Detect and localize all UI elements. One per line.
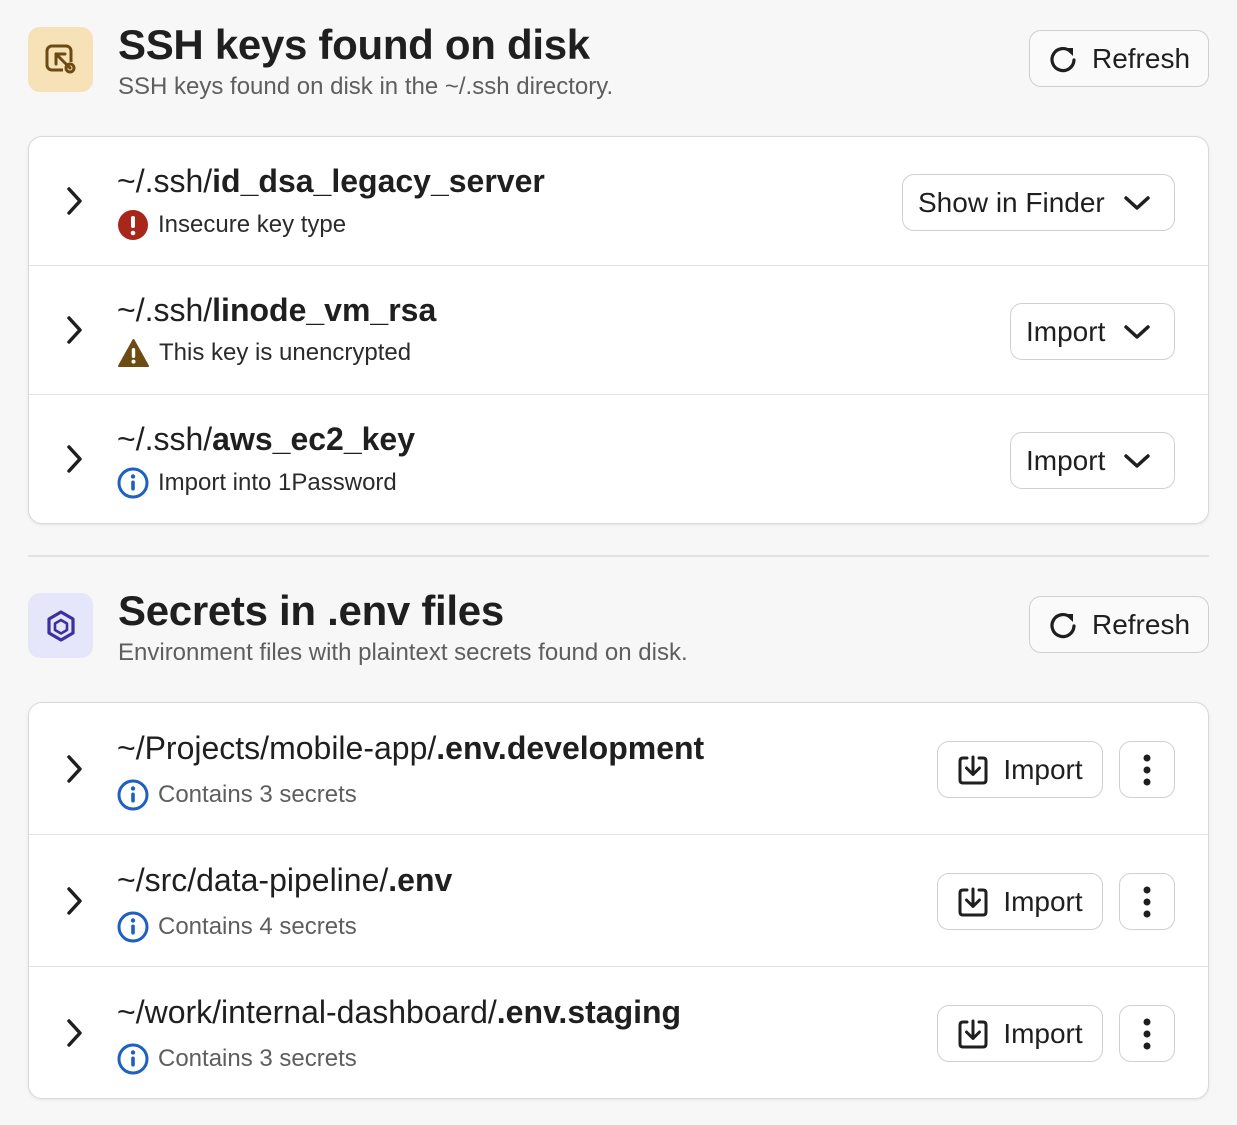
refresh-icon — [1050, 46, 1076, 72]
error-icon — [118, 210, 148, 240]
path-filename: .env — [388, 862, 453, 898]
more-vertical-icon — [1143, 886, 1151, 917]
list-item[interactable]: ~/.ssh/id_dsa_legacy_server Insecure key… — [29, 137, 1208, 266]
expand-chevron-icon[interactable] — [63, 312, 87, 348]
path-filename: linode_vm_rsa — [212, 292, 437, 328]
section-divider — [28, 555, 1209, 557]
info-icon — [117, 1043, 149, 1075]
status-line: Import into 1Password — [117, 467, 397, 499]
info-icon — [117, 779, 149, 811]
import-button[interactable]: Import — [937, 873, 1103, 930]
import-tray-icon — [958, 887, 988, 916]
status-text: Contains 3 secrets — [158, 781, 357, 808]
key-path: ~/.ssh/aws_ec2_key — [117, 419, 415, 459]
expand-chevron-icon[interactable] — [63, 751, 87, 787]
status-line: Contains 4 secrets — [117, 911, 357, 943]
status-text: Contains 4 secrets — [158, 913, 357, 940]
import-button[interactable]: Import — [937, 1005, 1103, 1062]
expand-chevron-icon[interactable] — [63, 1015, 87, 1051]
path-filename: id_dsa_legacy_server — [212, 163, 545, 199]
more-options-button[interactable] — [1119, 741, 1175, 798]
import-label: Import — [1003, 753, 1083, 785]
path-prefix: ~/.ssh/ — [117, 421, 213, 457]
path-filename: aws_ec2_key — [212, 421, 416, 457]
dropdown-label: Show in Finder — [918, 186, 1105, 218]
expand-chevron-icon[interactable] — [63, 883, 87, 919]
ssh-section-header: SSH keys found on disk SSH keys found on… — [28, 20, 1209, 100]
import-button[interactable]: Import — [937, 741, 1103, 798]
path-filename: .env.staging — [496, 994, 682, 1030]
section-subtitle: Environment files with plaintext secrets… — [118, 639, 688, 666]
secrets-discovery-page: SSH keys found on disk SSH keys found on… — [0, 0, 1237, 1125]
more-vertical-icon — [1143, 1018, 1151, 1049]
key-path: ~/.ssh/id_dsa_legacy_server — [117, 161, 545, 201]
status-line: Insecure key type — [117, 209, 346, 241]
warning-icon — [118, 339, 149, 367]
list-item[interactable]: ~/.ssh/aws_ec2_key Import into 1Password… — [29, 395, 1208, 522]
env-file-path: ~/Projects/mobile-app/.env.development — [117, 728, 704, 768]
refresh-button[interactable]: Refresh — [1029, 596, 1209, 653]
path-prefix: ~/Projects/mobile-app/ — [117, 730, 437, 766]
path-prefix: ~/.ssh/ — [117, 163, 213, 199]
env-section-header: Secrets in .env files Environment files … — [28, 586, 1209, 666]
cube-icon — [28, 593, 93, 658]
import-label: Import — [1003, 885, 1083, 917]
section-title: Secrets in .env files — [118, 587, 504, 634]
status-text: This key is unencrypted — [159, 339, 412, 366]
import-dropdown[interactable]: Import — [1010, 303, 1175, 360]
path-prefix: ~/src/data-pipeline/ — [117, 862, 389, 898]
more-options-button[interactable] — [1119, 873, 1175, 930]
list-item[interactable]: ~/Projects/mobile-app/.env.development C… — [29, 703, 1208, 835]
refresh-label: Refresh — [1091, 42, 1191, 74]
env-files-list: ~/Projects/mobile-app/.env.development C… — [28, 702, 1209, 1099]
env-file-path: ~/work/internal-dashboard/.env.staging — [117, 992, 681, 1032]
status-line: Contains 3 secrets — [117, 779, 357, 811]
import-tray-icon — [958, 1019, 988, 1048]
chevron-down-icon — [1124, 324, 1151, 339]
status-line: This key is unencrypted — [117, 338, 411, 368]
dropdown-label: Import — [1026, 315, 1106, 347]
chevron-down-icon — [1124, 195, 1150, 210]
refresh-label: Refresh — [1091, 608, 1191, 640]
section-subtitle: SSH keys found on disk in the ~/.ssh dir… — [118, 73, 614, 100]
import-tray-icon — [958, 755, 988, 784]
expand-chevron-icon[interactable] — [63, 183, 87, 219]
key-file-icon — [28, 27, 93, 92]
chevron-down-icon — [1124, 453, 1151, 468]
import-label: Import — [1003, 1017, 1083, 1049]
import-dropdown[interactable]: Import — [1010, 432, 1175, 489]
refresh-button[interactable]: Refresh — [1029, 30, 1209, 87]
path-prefix: ~/work/internal-dashboard/ — [117, 994, 497, 1030]
key-path: ~/.ssh/linode_vm_rsa — [117, 290, 436, 330]
ssh-keys-list: ~/.ssh/id_dsa_legacy_server Insecure key… — [28, 136, 1209, 524]
env-file-path: ~/src/data-pipeline/.env — [117, 860, 452, 900]
path-filename: .env.development — [436, 730, 705, 766]
list-item[interactable]: ~/work/internal-dashboard/.env.staging C… — [29, 967, 1208, 1097]
status-line: Contains 3 secrets — [117, 1043, 357, 1075]
status-text: Insecure key type — [158, 211, 347, 238]
status-text: Import into 1Password — [158, 469, 397, 496]
info-icon — [117, 467, 149, 499]
section-title: SSH keys found on disk — [118, 21, 590, 68]
show-in-finder-dropdown[interactable]: Show in Finder — [902, 174, 1175, 231]
more-vertical-icon — [1143, 754, 1151, 785]
path-prefix: ~/.ssh/ — [117, 292, 213, 328]
dropdown-label: Import — [1026, 444, 1106, 476]
expand-chevron-icon[interactable] — [63, 441, 87, 477]
status-text: Contains 3 secrets — [158, 1045, 357, 1072]
refresh-icon — [1050, 612, 1076, 638]
list-item[interactable]: ~/.ssh/linode_vm_rsa This key is unencry… — [29, 266, 1208, 395]
info-icon — [117, 911, 149, 943]
more-options-button[interactable] — [1119, 1005, 1175, 1062]
list-item[interactable]: ~/src/data-pipeline/.env Contains 4 secr… — [29, 835, 1208, 967]
